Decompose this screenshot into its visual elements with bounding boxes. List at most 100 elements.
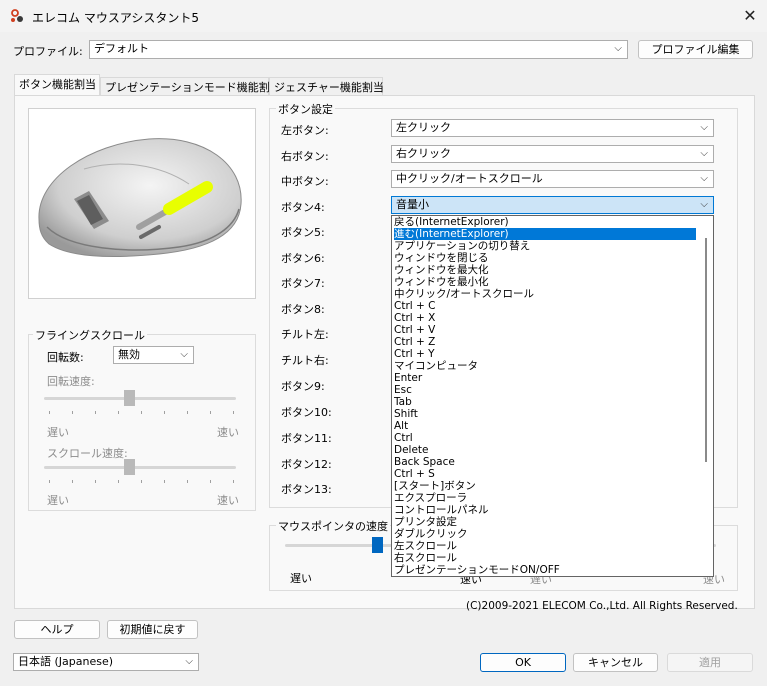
button-row-label: チルト右:	[281, 354, 329, 367]
tick	[49, 480, 50, 483]
tick	[118, 411, 119, 414]
pointer-speed-track	[285, 544, 405, 547]
dropdown-option[interactable]: 左スクロール	[394, 540, 696, 552]
dropdown-option[interactable]: エクスプローラ	[394, 492, 696, 504]
button-assign-select[interactable]: 左クリック ⌵	[391, 119, 714, 137]
dropdown-option[interactable]: ダブルクリック	[394, 528, 696, 540]
tick	[164, 411, 165, 414]
dropdown-option[interactable]: 中クリック/オートスクロール	[394, 288, 696, 300]
dropdown-option[interactable]: Ctrl + S	[394, 468, 696, 480]
profile-select[interactable]: デフォルト ⌵	[89, 40, 628, 59]
dropdown-option[interactable]: プレゼンテーションモードON/OFF	[394, 564, 696, 576]
dropdown-option[interactable]: 戻る(InternetExplorer)	[394, 216, 696, 228]
dropdown-option[interactable]: Ctrl + V	[394, 324, 696, 336]
dropdown-option[interactable]: Alt	[394, 420, 696, 432]
dropdown-option[interactable]: Tab	[394, 396, 696, 408]
button-settings-title: ボタン設定	[276, 101, 335, 117]
mouse-image-panel	[28, 108, 256, 299]
pointer-speed-slow: 遅い	[290, 572, 312, 585]
dropdown-option[interactable]: プリンタ設定	[394, 516, 696, 528]
dropdown-option[interactable]: Ctrl + X	[394, 312, 696, 324]
app-icon	[11, 9, 23, 22]
button-row-label: ボタン11:	[281, 432, 332, 445]
tick	[233, 480, 234, 483]
copyright-text: (C)2009-2021 ELECOM Co.,Ltd. All Rights …	[466, 600, 738, 612]
button-row-label: ボタン5:	[281, 226, 325, 239]
chevron-down-icon: ⌵	[700, 199, 708, 210]
tick	[72, 480, 73, 483]
button-row-label: ボタン9:	[281, 380, 325, 393]
dropdown-option[interactable]: Esc	[394, 384, 696, 396]
dropdown-option[interactable]: 右スクロール	[394, 552, 696, 564]
dropdown-option[interactable]: コントロールパネル	[394, 504, 696, 516]
scroll-speed-label: スクロール速度:	[47, 447, 128, 460]
tick	[141, 480, 142, 483]
rotation-value: 無効	[118, 348, 140, 361]
tick	[49, 411, 50, 414]
dropdown-option[interactable]: Back Space	[394, 456, 696, 468]
rotation-speed-track	[44, 397, 236, 400]
button-row-label: 中ボタン:	[281, 175, 329, 188]
help-button[interactable]: ヘルプ	[14, 620, 100, 639]
rotation-speed-fast: 速い	[217, 426, 239, 439]
dropdown-option[interactable]: Ctrl + Y	[394, 348, 696, 360]
ok-button[interactable]: OK	[480, 653, 566, 672]
button-row-label: ボタン7:	[281, 277, 325, 290]
button-row-label: チルト左:	[281, 328, 329, 341]
tick	[187, 480, 188, 483]
button-row-label: 右ボタン:	[281, 150, 329, 163]
profile-edit-button[interactable]: プロファイル編集	[638, 40, 753, 59]
chevron-down-icon: ⌵	[700, 173, 708, 184]
chevron-down-icon: ⌵	[700, 122, 708, 133]
chevron-down-icon: ⌵	[180, 349, 188, 360]
apply-button[interactable]: 適用	[667, 653, 753, 672]
scroll-speed-track	[44, 466, 236, 469]
dropdown-option[interactable]: ウィンドウを最小化	[394, 276, 696, 288]
tick	[141, 411, 142, 414]
tab-gesture-assign[interactable]: ジェスチャー機能割当	[269, 77, 384, 97]
dropdown-option[interactable]: Delete	[394, 444, 696, 456]
language-select[interactable]: 日本語 (Japanese) ⌵	[13, 653, 199, 671]
dropdown-option[interactable]: Ctrl	[394, 432, 696, 444]
scroll-speed-thumb	[124, 459, 135, 475]
chevron-down-icon: ⌵	[185, 656, 193, 667]
dropdown-option[interactable]: アプリケーションの切り替え	[394, 240, 696, 252]
dropdown-option[interactable]: マイコンピュータ	[394, 360, 696, 372]
button-assign-select-open[interactable]: 音量小 ⌵	[391, 196, 714, 214]
button-row-label: ボタン6:	[281, 252, 325, 265]
pointer-speed-thumb[interactable]	[372, 537, 383, 553]
tick	[95, 480, 96, 483]
profile-label: プロファイル:	[13, 45, 83, 58]
dropdown-option[interactable]: ウィンドウを最大化	[394, 264, 696, 276]
button-assign-value: 左クリック	[396, 121, 451, 134]
button-row-label: ボタン4:	[281, 201, 325, 214]
mouse-illustration	[38, 138, 242, 257]
dropdown-option[interactable]: [スタート]ボタン	[394, 480, 696, 492]
tab-presentation-assign[interactable]: プレゼンテーションモード機能割当	[100, 77, 281, 97]
dropdown-option[interactable]: Enter	[394, 372, 696, 384]
dropdown-option[interactable]: Ctrl + C	[394, 300, 696, 312]
dropdown-option[interactable]: Ctrl + Z	[394, 336, 696, 348]
button-assign-value: 中クリック/オートスクロール	[396, 172, 543, 185]
button4-dropdown-list[interactable]: 戻る(InternetExplorer) 進む(InternetExplorer…	[391, 215, 714, 577]
tab-button-assign[interactable]: ボタン機能割当	[14, 74, 100, 96]
button-row-label: ボタン12:	[281, 458, 332, 471]
dropdown-option[interactable]: ウィンドウを閉じる	[394, 252, 696, 264]
dropdown-option-highlighted[interactable]: 進む(InternetExplorer)	[394, 228, 696, 240]
cancel-button[interactable]: キャンセル	[573, 653, 658, 672]
rotation-select[interactable]: 無効 ⌵	[113, 346, 194, 364]
tick	[118, 480, 119, 483]
button-assign-select[interactable]: 右クリック ⌵	[391, 145, 714, 163]
tick	[210, 480, 211, 483]
rotation-label: 回転数:	[47, 351, 84, 364]
rotation-speed-thumb	[124, 390, 135, 406]
tick	[95, 411, 96, 414]
chevron-down-icon: ⌵	[700, 148, 708, 159]
button-assign-select[interactable]: 中クリック/オートスクロール ⌵	[391, 170, 714, 188]
dropdown-scrollbar[interactable]	[705, 238, 707, 462]
button-assign-value: 音量小	[396, 198, 429, 211]
tick	[187, 411, 188, 414]
dropdown-option[interactable]: Shift	[394, 408, 696, 420]
reset-defaults-button[interactable]: 初期値に戻す	[107, 620, 198, 639]
close-button[interactable]: ✕	[738, 4, 762, 28]
